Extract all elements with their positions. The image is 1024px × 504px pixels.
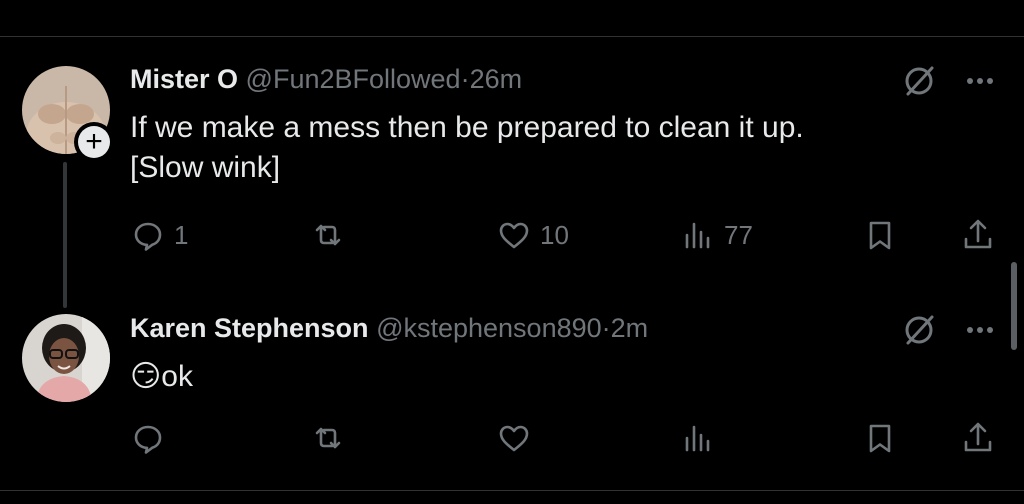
tweet-text-line: ok bbox=[161, 360, 193, 393]
display-name[interactable]: Mister O bbox=[130, 64, 238, 94]
divider-top bbox=[0, 36, 1024, 37]
view-count: 77 bbox=[724, 219, 753, 250]
reply-button[interactable] bbox=[130, 418, 166, 458]
bookmark-icon bbox=[869, 424, 891, 453]
share-icon bbox=[964, 219, 992, 249]
tweet-header: Mister O @Fun2BFollowed·26m bbox=[130, 64, 522, 95]
repost-icon bbox=[315, 224, 341, 246]
views-button[interactable] bbox=[680, 418, 716, 458]
thread-line bbox=[63, 162, 67, 308]
more-icon[interactable] bbox=[962, 313, 998, 347]
views-button[interactable]: 77 bbox=[680, 215, 753, 255]
repost-button[interactable] bbox=[310, 215, 346, 255]
timestamp[interactable]: 26m bbox=[470, 64, 523, 94]
like-count: 10 bbox=[540, 219, 569, 250]
action-bar bbox=[130, 418, 1000, 458]
heart-icon bbox=[499, 425, 529, 452]
repost-icon bbox=[315, 427, 341, 449]
separator: · bbox=[601, 313, 611, 343]
more-icon[interactable] bbox=[962, 64, 998, 98]
handle[interactable]: @Fun2BFollowed bbox=[246, 64, 461, 94]
reply-count: 1 bbox=[174, 219, 189, 250]
heart-icon bbox=[499, 222, 529, 249]
reply-button[interactable]: 1 bbox=[130, 215, 188, 255]
tweet-text: 😏ok bbox=[130, 357, 193, 397]
timestamp[interactable]: 2m bbox=[611, 313, 649, 343]
like-button[interactable]: 10 bbox=[496, 215, 569, 255]
bookmark-icon bbox=[869, 221, 891, 250]
grok-icon[interactable] bbox=[902, 64, 936, 98]
plus-icon: + bbox=[78, 126, 110, 158]
action-bar: 1 10 77 bbox=[130, 215, 1000, 255]
views-icon bbox=[685, 425, 710, 452]
like-button[interactable] bbox=[496, 418, 532, 458]
share-icon bbox=[964, 422, 992, 452]
tweet-text-line: [Slow wink] bbox=[130, 151, 281, 184]
separator: · bbox=[460, 64, 470, 94]
repost-button[interactable] bbox=[310, 418, 346, 458]
handle[interactable]: @kstephenson890 bbox=[376, 313, 602, 343]
tweet-text-line: If we make a mess then be prepared to cl… bbox=[130, 111, 804, 144]
reply-icon bbox=[134, 222, 162, 251]
reply-icon bbox=[134, 425, 162, 454]
views-icon bbox=[685, 222, 710, 249]
bookmark-button[interactable] bbox=[862, 418, 898, 458]
bookmark-button[interactable] bbox=[862, 215, 898, 255]
grok-icon[interactable] bbox=[902, 313, 936, 347]
display-name[interactable]: Karen Stephenson bbox=[130, 313, 369, 343]
follow-button[interactable]: + bbox=[74, 122, 114, 162]
tweet-text: If we make a mess then be prepared to cl… bbox=[130, 108, 804, 188]
share-button[interactable] bbox=[960, 215, 996, 255]
avatar[interactable] bbox=[22, 314, 110, 402]
divider-bottom bbox=[0, 490, 1024, 491]
tweet-header: Karen Stephenson @kstephenson890·2m bbox=[130, 313, 648, 344]
scrollbar[interactable] bbox=[1011, 262, 1017, 350]
share-button[interactable] bbox=[960, 418, 996, 458]
smirk-emoji: 😏 bbox=[130, 360, 162, 393]
